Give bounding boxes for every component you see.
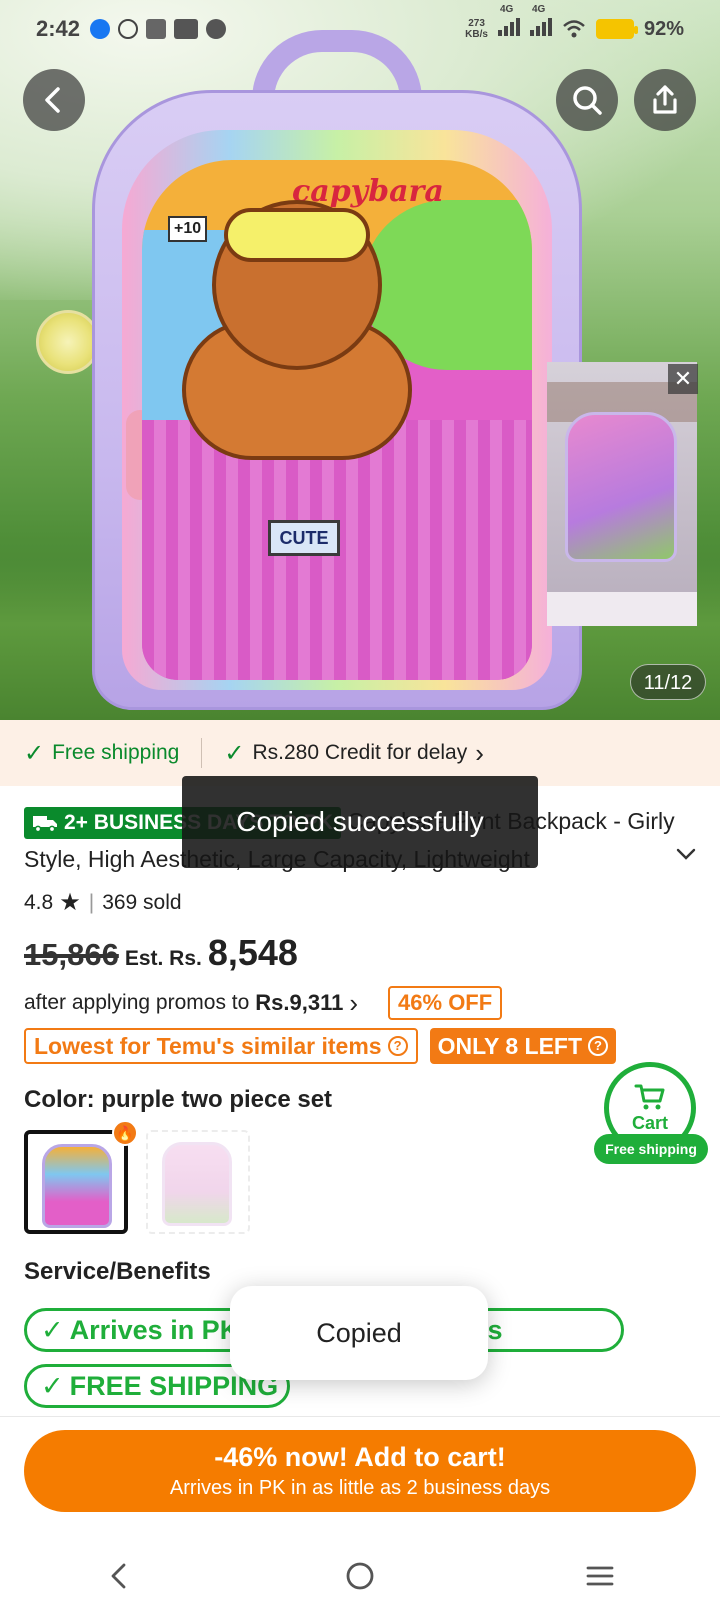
divider [0, 1416, 720, 1417]
status-right: 273 KB/s 4G 4G 92% [465, 4, 684, 42]
rating-row[interactable]: 4.8 ★ | 369 sold [24, 888, 182, 917]
whatsapp-icon [118, 19, 139, 39]
image-lemon-slice [36, 310, 100, 374]
truck-icon [33, 815, 57, 833]
facebook-icon [90, 19, 111, 39]
est-label: Est. Rs. [124, 947, 202, 970]
divider: | [88, 890, 95, 914]
close-icon[interactable]: ✕ [668, 364, 698, 394]
battery-percent: 92% [643, 17, 684, 40]
divider [201, 738, 203, 768]
battery-icon [595, 19, 638, 39]
notification-icons [90, 19, 227, 39]
chevron-right-icon: › [475, 737, 484, 768]
cart-icon [634, 1084, 665, 1109]
color-swatch-purple-two-piece[interactable] [24, 1130, 128, 1234]
bag-print-goggles [224, 208, 370, 262]
swatch-thumbnail [162, 1142, 232, 1226]
rating-value: 4.8 [24, 890, 54, 914]
tags-row: Lowest for Temu's similar items ? ONLY 8… [24, 1028, 617, 1064]
status-time: 2:42 [36, 16, 81, 41]
product-photo-backpack: capybara +10 CUTE [92, 30, 582, 710]
facebook-alt-icon [206, 19, 227, 39]
nav-menu-icon[interactable] [583, 1559, 617, 1593]
share-button[interactable] [634, 69, 696, 131]
search-icon [573, 86, 602, 115]
status-bar: 2:42 273 KB/s 4G 4G 92% [0, 0, 720, 58]
fire-icon: 🔥 [112, 1120, 138, 1146]
signal-icon [529, 16, 552, 36]
bag-print-sticker: +10 [168, 216, 208, 242]
sold-count: 369 sold [102, 890, 182, 914]
nav-home-icon[interactable] [343, 1559, 377, 1593]
search-button[interactable] [556, 69, 618, 131]
product-image-gallery[interactable]: capybara +10 CUTE 2:42 273 KB/s 4G 4G 92… [0, 0, 720, 720]
app-icon [146, 19, 167, 39]
promo-row[interactable]: after applying promos to Rs.9,311 › 46% … [24, 986, 503, 1020]
color-label: Color: purple two piece set [24, 1086, 333, 1113]
help-icon: ? [387, 1036, 408, 1056]
swatch-thumbnail [42, 1144, 112, 1228]
image-counter: 11/12 [630, 664, 706, 700]
color-swatch-pink[interactable] [146, 1130, 250, 1234]
lowest-price-tag[interactable]: Lowest for Temu's similar items ? [24, 1028, 418, 1064]
chevron-down-icon[interactable] [674, 842, 698, 866]
chevron-right-icon: › [349, 987, 359, 1018]
share-icon [653, 85, 677, 114]
video-floor [547, 592, 697, 626]
signal-2: 4G [529, 4, 552, 42]
free-shipping-info: ✓ Free shipping [24, 739, 180, 767]
check-icon: ✓ [224, 739, 245, 767]
add-to-cart-button[interactable]: -46% now! Add to cart! Arrives in PK in … [24, 1430, 696, 1512]
vivo-icon [174, 19, 199, 39]
check-icon: ✓ [24, 739, 45, 767]
back-button[interactable] [23, 69, 85, 131]
network-speed: 273 KB/s [465, 18, 488, 40]
promo-price: Rs.9,311 [255, 990, 344, 1015]
price-row: 15,866 Est. Rs. 8,548 [24, 932, 298, 974]
star-icon: ★ [59, 889, 81, 916]
original-price: 15,866 [24, 937, 119, 972]
check-icon: ✓ [41, 1314, 64, 1345]
promo-text: after applying promos to [24, 991, 250, 1014]
cart-free-shipping-badge: Free shipping [594, 1134, 708, 1164]
stock-tag[interactable]: ONLY 8 LEFT ? [429, 1028, 617, 1064]
discount-badge: 46% OFF [388, 986, 503, 1020]
copied-popup: Copied [230, 1286, 488, 1380]
wifi-icon [563, 20, 585, 38]
video-backpack [565, 412, 677, 562]
signal-1: 4G [497, 4, 520, 42]
nav-back-icon[interactable] [103, 1559, 137, 1593]
service-benefits-label: Service/Benefits [24, 1258, 211, 1285]
back-icon [45, 87, 60, 113]
system-nav-bar [0, 1540, 720, 1612]
signal-icon [497, 16, 520, 36]
delay-credit-info[interactable]: ✓ Rs.280 Credit for delay › [224, 738, 484, 769]
video-preview-thumbnail[interactable] [547, 362, 697, 626]
check-icon: ✓ [41, 1370, 64, 1401]
copied-toast: Copied successfully [182, 776, 538, 868]
help-icon: ? [588, 1036, 609, 1056]
bag-print-cute-label: CUTE [268, 520, 340, 556]
current-price: 8,548 [207, 932, 298, 973]
